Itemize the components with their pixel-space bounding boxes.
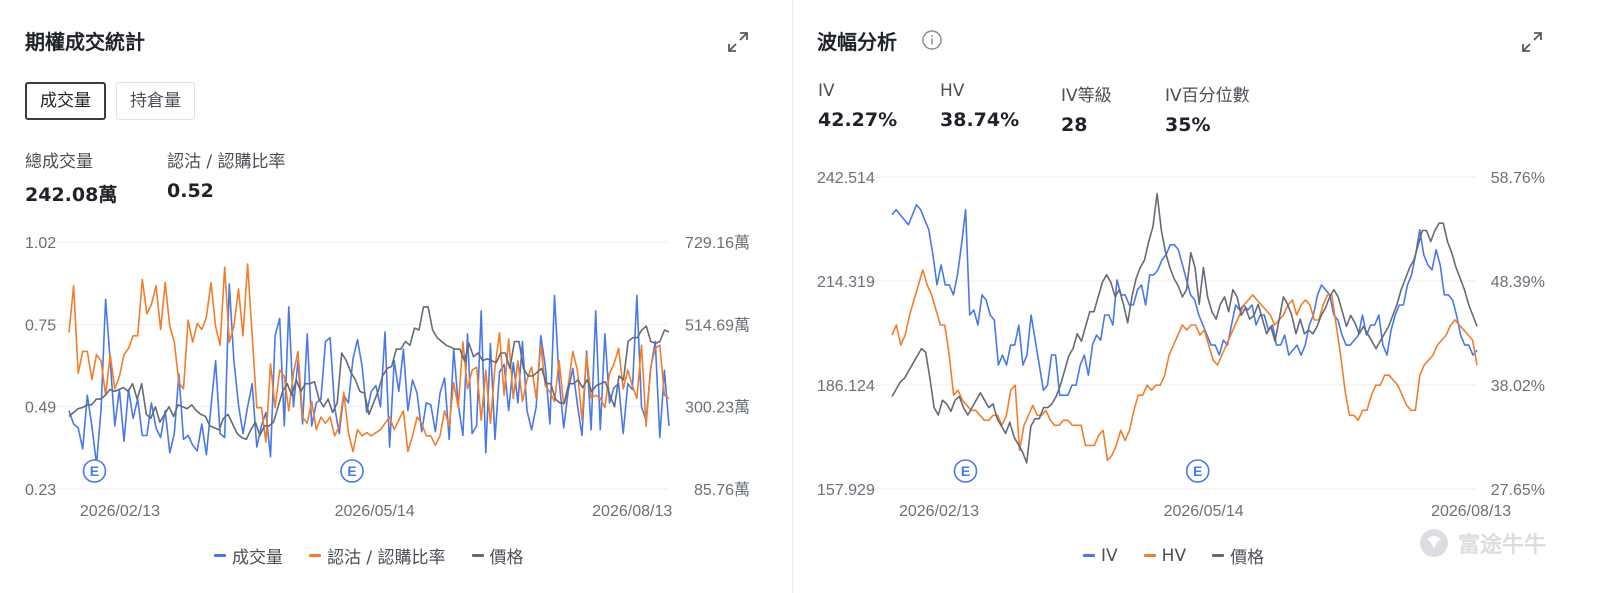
earnings-marker-label: E — [90, 463, 99, 479]
x-tick-label: 2026/08/13 — [592, 503, 672, 520]
y-left-tick-label: 1.02 — [25, 235, 56, 252]
x-tick-label: 2026/05/14 — [335, 503, 415, 520]
volatility-chart: 242.514 58.76% 214.319 48.39% 186.124 38.02% 1… — [817, 170, 1545, 520]
legend-item-put-call[interactable]: 認沽 / 認購比率 — [309, 543, 446, 568]
legend-item-price[interactable]: 價格 — [1212, 543, 1264, 568]
legend-swatch — [1143, 554, 1156, 557]
y-left-tick-label: 157.929 — [817, 482, 875, 499]
x-tick-label: 2026/02/13 — [899, 503, 979, 520]
y-right-tick-label: 729.16萬 — [685, 234, 750, 252]
earnings-marker-label: E — [347, 463, 356, 479]
volatility-panel: 波幅分析 IV 42.27% HV 38.74% IV等級 28 IV百分位數 … — [793, 0, 1600, 593]
earnings-marker[interactable]: E — [953, 459, 978, 483]
y-left-tick-label: 0.23 — [25, 482, 56, 499]
series-line — [891, 203, 1478, 397]
legend-item-hv[interactable]: HV — [1143, 543, 1187, 568]
legend-swatch — [1083, 554, 1095, 557]
earnings-marker-label: E — [961, 463, 970, 479]
legend-item-iv[interactable]: IV — [1083, 543, 1118, 568]
earnings-marker-label: E — [1193, 463, 1202, 479]
earnings-marker[interactable]: E — [1185, 459, 1210, 483]
y-left-tick-label: 0.49 — [25, 400, 56, 417]
legend-label: HV — [1161, 545, 1187, 566]
volume-chart: 1.02 729.16萬 0.75 514.69萬 0.49 300.23萬 0.23 85.… — [25, 234, 750, 520]
legend-label: 價格 — [1230, 548, 1265, 568]
legend-swatch — [1212, 554, 1225, 557]
y-right-tick-label: 48.39% — [1491, 274, 1545, 291]
y-right-tick-label: 38.02% — [1491, 378, 1545, 395]
y-left-tick-label: 214.319 — [817, 274, 875, 291]
chart-legend: IV HV 價格 — [1083, 543, 1264, 568]
y-left-tick-label: 242.514 — [817, 170, 875, 187]
y-right-tick-label: 27.65% — [1491, 482, 1545, 499]
x-tick-label: 2026/08/13 — [1431, 503, 1511, 520]
earnings-marker[interactable]: E — [82, 459, 107, 483]
series-line — [891, 269, 1478, 462]
x-tick-label: 2026/05/14 — [1164, 503, 1244, 520]
series-line — [68, 263, 670, 453]
watermark-text: 富途牛牛 — [1457, 533, 1546, 558]
legend-swatch — [471, 554, 484, 557]
chart-legend: 成交量 認沽 / 認購比率 價格 — [214, 543, 524, 568]
legend-swatch — [309, 554, 321, 557]
earnings-marker[interactable]: E — [340, 459, 364, 483]
legend-item-volume[interactable]: 成交量 — [214, 543, 283, 568]
y-right-tick-label: 300.23萬 — [685, 399, 750, 417]
legend-label: 認沽 / 認購比率 — [327, 548, 446, 568]
x-tick-label: 2026/02/13 — [80, 503, 160, 520]
y-left-tick-label: 0.75 — [25, 317, 56, 334]
y-right-tick-label: 514.69萬 — [685, 316, 750, 334]
legend-label: 價格 — [489, 548, 524, 568]
y-right-tick-label: 85.76萬 — [694, 481, 750, 499]
legend-item-price[interactable]: 價格 — [471, 543, 524, 568]
legend-swatch — [214, 554, 226, 557]
legend-label: 成交量 — [232, 548, 283, 568]
legend-label: IV — [1101, 545, 1118, 566]
futu-logo: 富途牛牛 — [1418, 527, 1546, 559]
option-volume-panel: 期權成交統計 成交量 持倉量 總成交量 242.08萬 認沽 / 認購比率 0.… — [0, 0, 792, 593]
y-left-tick-label: 186.124 — [817, 378, 875, 395]
futu-bull-icon — [1419, 529, 1448, 557]
y-right-tick-label: 58.76% — [1491, 170, 1545, 187]
